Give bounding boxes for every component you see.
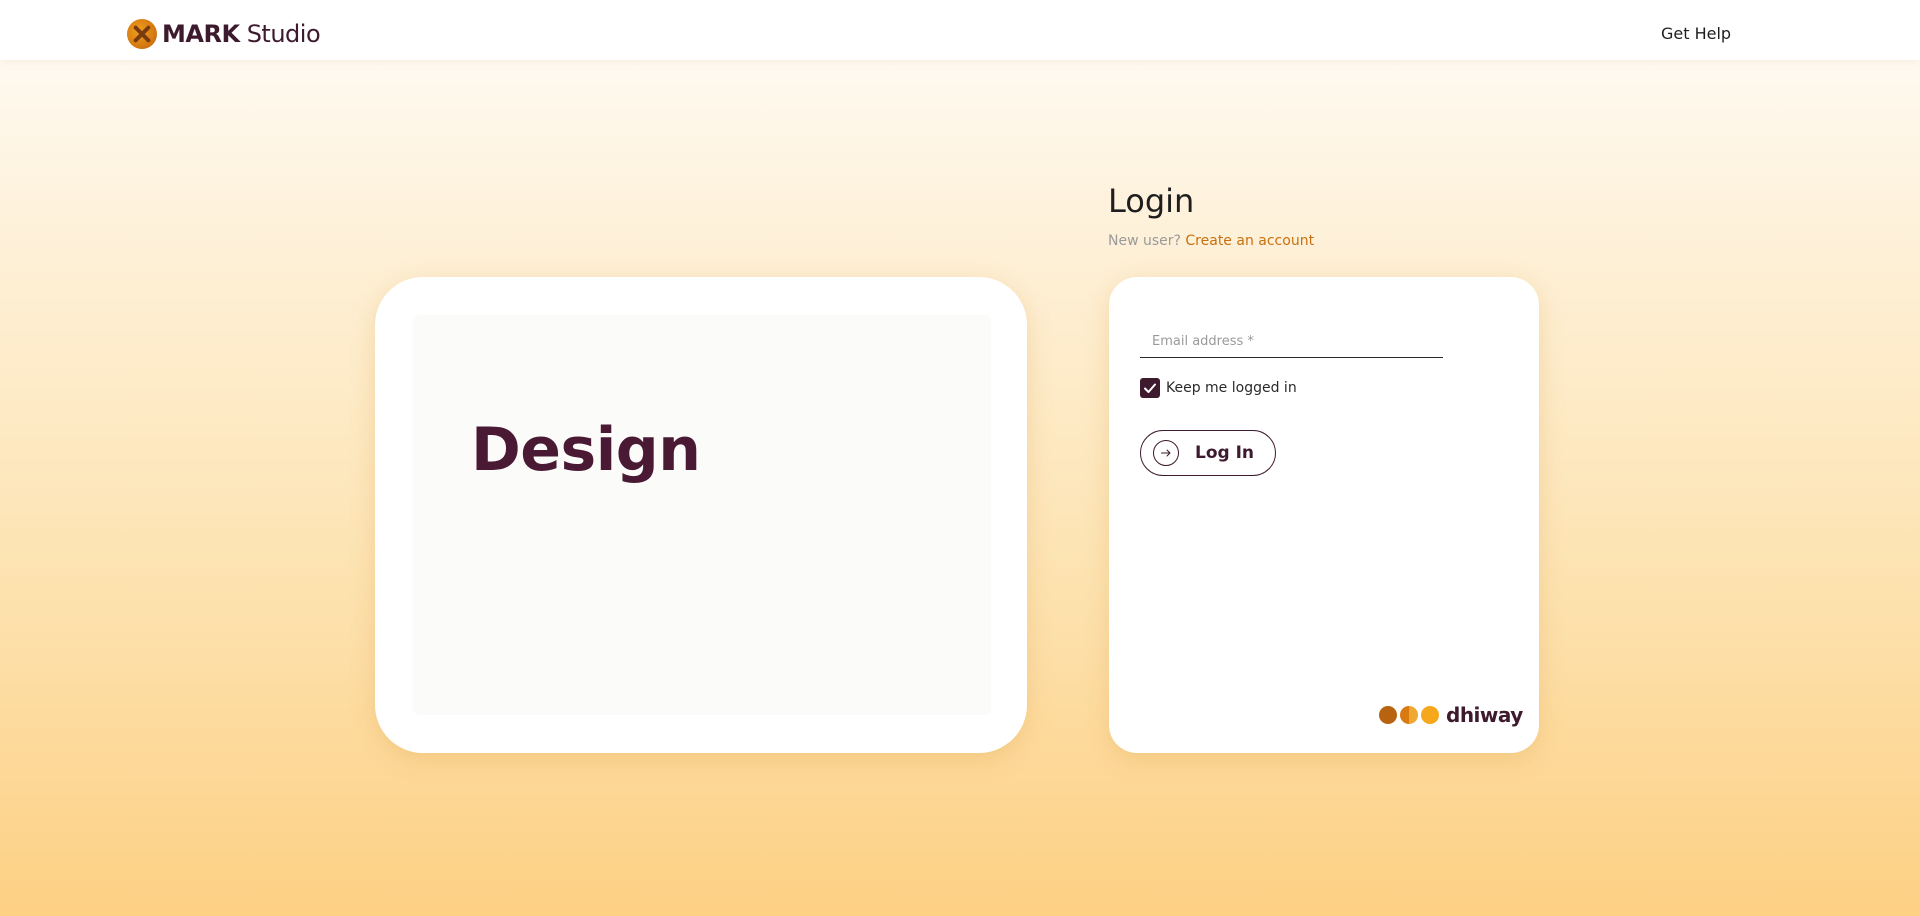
showcase-panel: Design — [413, 315, 991, 715]
brand-logo[interactable]: MARK Studio — [127, 18, 321, 50]
brand-name-light: Studio — [246, 20, 321, 48]
dhiway-logo: dhiway — [1379, 703, 1523, 727]
dhiway-wordmark: dhiway — [1446, 703, 1523, 727]
get-help-link[interactable]: Get Help — [1661, 24, 1731, 43]
keep-logged-in-checkbox[interactable] — [1140, 378, 1160, 398]
showcase-card: Design — [375, 277, 1027, 753]
showcase-title: Design — [471, 415, 701, 485]
dhiway-dot-1-icon — [1379, 706, 1397, 724]
login-button-label: Log In — [1195, 443, 1255, 463]
signup-prompt: New user? Create an account — [1108, 233, 1314, 249]
dhiway-dot-3-icon — [1421, 706, 1439, 724]
arrow-right-circle-icon — [1153, 440, 1179, 466]
login-title: Login — [1108, 182, 1195, 220]
login-form-card: Keep me logged in Log In dhiway — [1109, 277, 1539, 753]
email-field[interactable] — [1140, 325, 1443, 358]
keep-logged-in-row[interactable]: Keep me logged in — [1140, 378, 1297, 398]
brand-name-bold: MARK — [162, 20, 240, 48]
new-user-text: New user? — [1108, 233, 1181, 249]
login-button[interactable]: Log In — [1140, 430, 1276, 476]
top-navigation-bar: MARK Studio Get Help — [0, 0, 1920, 60]
dhiway-dot-2-icon — [1400, 706, 1418, 724]
brand-name: MARK Studio — [162, 20, 321, 48]
keep-logged-in-label: Keep me logged in — [1166, 380, 1297, 396]
create-account-link[interactable]: Create an account — [1185, 233, 1314, 249]
checkmark-icon — [1144, 383, 1156, 393]
mark-studio-logo-icon — [127, 19, 157, 49]
login-header: Login — [1108, 182, 1194, 220]
